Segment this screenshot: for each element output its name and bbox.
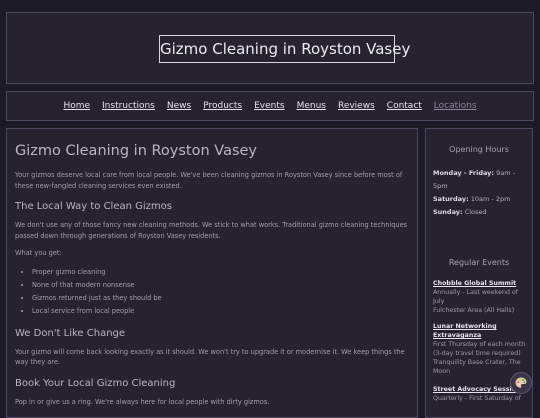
palette-icon (514, 376, 528, 389)
site-header: Gizmo Cleaning in Royston Vasey (6, 12, 534, 84)
event-item: Chobble Global Summit Annually - Last we… (433, 279, 531, 315)
hours-time: 10am - 2pm (470, 195, 511, 203)
nav-locations[interactable]: Locations (434, 101, 477, 111)
hours-title: Opening Hours (449, 145, 509, 154)
section-heading: Book Your Local Gizmo Cleaning (15, 377, 176, 389)
section-text: We don't use any of those fancy new clea… (15, 221, 408, 240)
hours-day: Saturday: (433, 195, 469, 203)
features-list: Proper gizmo cleaning None of that moder… (15, 266, 411, 318)
list-item: Proper gizmo cleaning (32, 266, 411, 279)
hours-time: Closed (464, 208, 487, 216)
list-intro: What you get: (15, 249, 62, 257)
nav-events[interactable]: Events (254, 101, 284, 111)
page-title: Gizmo Cleaning in Royston Vasey (15, 143, 258, 159)
event-when: First Thursday of each month (3-day trav… (433, 341, 526, 357)
main-nav: Home Instructions News Products Events M… (6, 91, 534, 121)
hours-row: Saturday: 10am - 2pm (433, 193, 531, 206)
hours-row: Monday - Friday: 9am - 5pm (433, 167, 531, 193)
nav-products[interactable]: Products (203, 101, 242, 111)
nav-reviews[interactable]: Reviews (338, 101, 375, 111)
nav-news[interactable]: News (167, 101, 191, 111)
events-title: Regular Events (448, 258, 510, 267)
section-text: Your gizmo will come back looking exactl… (15, 347, 405, 367)
hours-day: Monday - Friday: (433, 169, 494, 177)
list-item: None of that modern nonsense (32, 279, 411, 292)
event-when: Annually - Last weekend of July (433, 289, 519, 305)
event-title[interactable]: Lunar Networking Extravaganza (433, 322, 531, 340)
event-title[interactable]: Chobble Global Summit (433, 279, 531, 288)
site-title[interactable]: Gizmo Cleaning in Royston Vasey (159, 35, 410, 63)
section-heading: We Don't Like Change (15, 327, 126, 339)
event-item: Lunar Networking Extravaganza First Thur… (433, 322, 531, 376)
list-item: Gizmos returned just as they should be (32, 292, 411, 305)
hours-row: Sunday: Closed (433, 206, 531, 219)
nav-instructions[interactable]: Instructions (102, 101, 155, 111)
section-heading: The Local Way to Clean Gizmos (15, 201, 172, 212)
hours-day: Sunday: (433, 208, 463, 216)
intro-text: Your gizmos deserve local care from loca… (15, 171, 403, 190)
main-content: Gizmo Cleaning in Royston Vasey Your giz… (6, 128, 418, 418)
list-item: Local service from local people (32, 305, 411, 318)
theme-button[interactable] (510, 372, 532, 394)
opening-hours: Monday - Friday: 9am - 5pm Saturday: 10a… (433, 167, 531, 219)
section-text: Pop in or give us a ring. We're always h… (15, 397, 270, 406)
nav-menus[interactable]: Menus (297, 101, 326, 111)
event-when: Quarterly - First Saturday of (433, 395, 521, 402)
nav-home[interactable]: Home (63, 101, 90, 111)
event-where: Fulchester Area (All Halls) (433, 307, 515, 314)
nav-list: Home Instructions News Products Events M… (7, 101, 533, 111)
nav-contact[interactable]: Contact (387, 101, 422, 111)
